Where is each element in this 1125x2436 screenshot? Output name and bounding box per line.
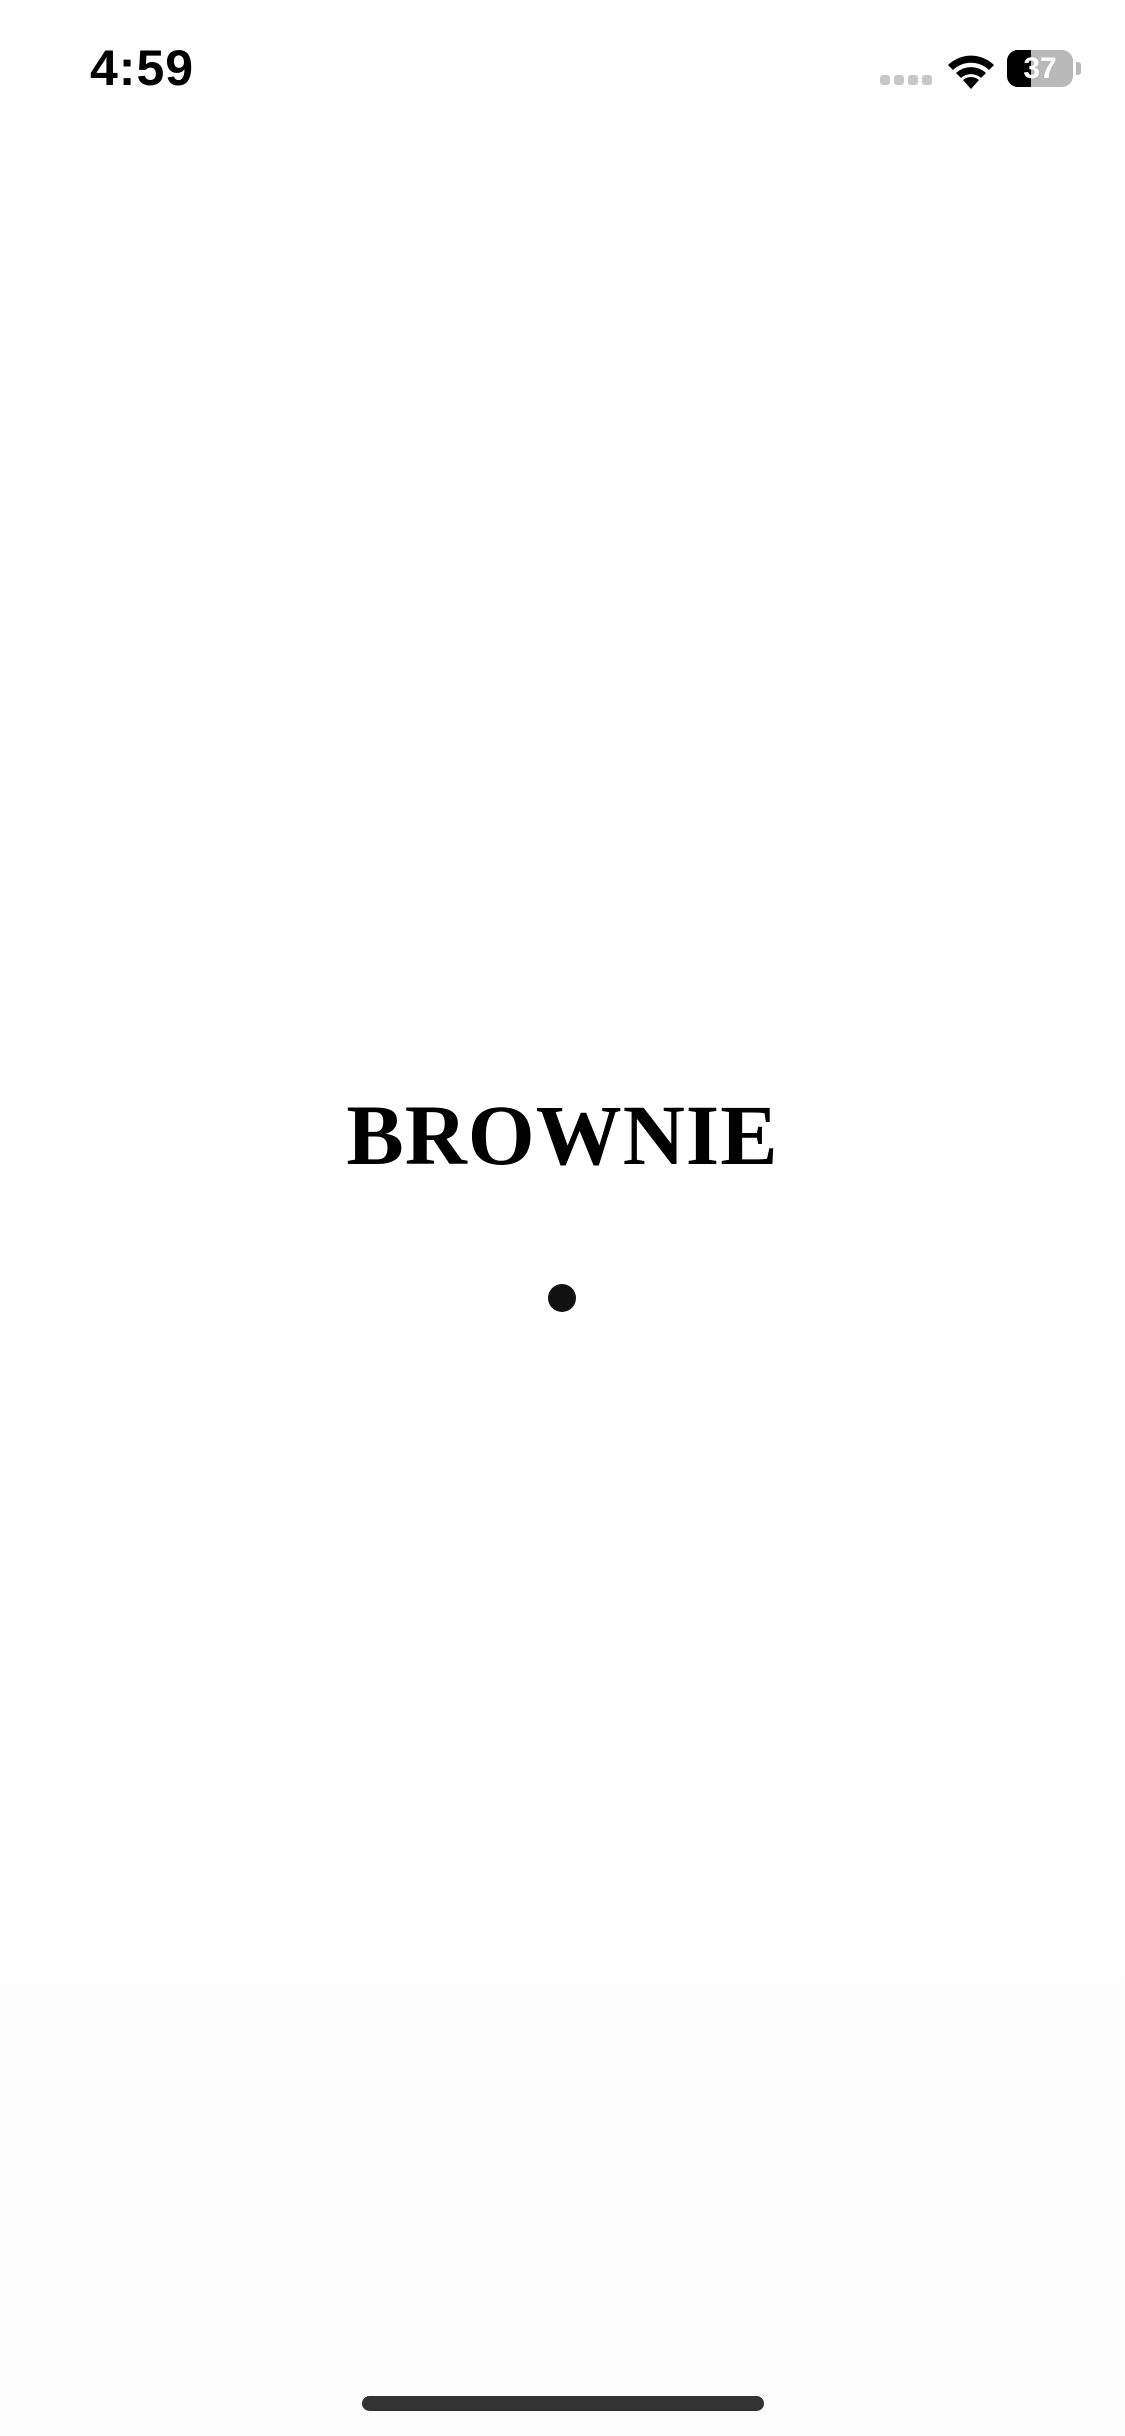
battery-icon: 37 — [1007, 50, 1081, 87]
home-indicator[interactable] — [362, 2396, 764, 2411]
wifi-icon — [946, 49, 996, 89]
battery-level: 37 — [1023, 52, 1057, 85]
brand-title: BROWNIE — [346, 1087, 779, 1183]
status-bar: 4:59 37 — [0, 0, 1125, 140]
loading-dot-icon — [548, 1284, 576, 1312]
splash-screen: 4:59 37 BROWNIE — [0, 0, 1125, 2436]
cellular-signal-icon — [880, 75, 935, 89]
status-time: 4:59 — [90, 40, 195, 96]
